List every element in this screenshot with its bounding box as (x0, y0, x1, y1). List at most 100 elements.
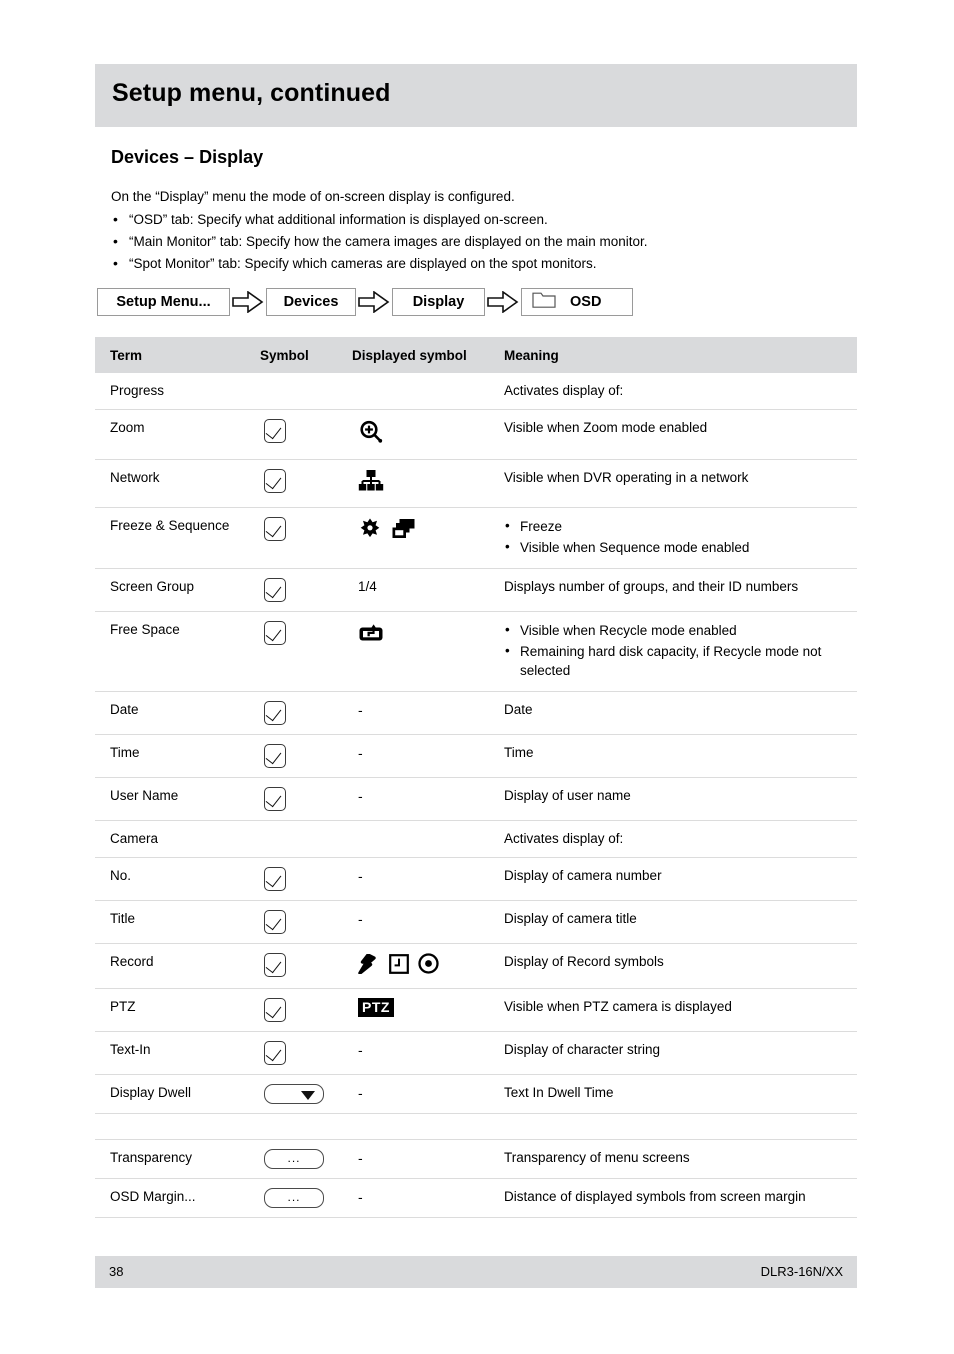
intro-bullet-item: “Main Monitor” tab: Specify how the came… (111, 232, 851, 251)
cell-meaning: Activates display of: (504, 373, 857, 410)
ptz-badge-icon: PTZ (358, 998, 394, 1017)
cell-meaning: Displays number of groups, and their ID … (504, 568, 857, 612)
checkbox-icon[interactable] (264, 787, 286, 811)
folder-tab-icon (532, 291, 556, 313)
breadcrumb-item-display[interactable]: Display (392, 288, 485, 316)
cell-term: Time (95, 734, 260, 778)
column-header-term: Term (95, 337, 260, 373)
cell-displayed-symbol: 1/4 (352, 568, 504, 612)
cell-term: Camera (95, 820, 260, 858)
cell-displayed-symbol (352, 943, 504, 989)
cell-meaning: Activates display of: (504, 820, 857, 858)
checkbox-icon[interactable] (264, 744, 286, 768)
event-record-icon (358, 952, 380, 979)
cell-displayed-symbol (352, 507, 504, 569)
breadcrumb-item-devices[interactable]: Devices (266, 288, 356, 316)
cell-symbol (260, 900, 352, 944)
freeze-sequence-icon-group (358, 517, 504, 546)
cell-term: Display Dwell (95, 1074, 260, 1114)
table-row: Record Display of Record symbols (95, 943, 857, 989)
cell-term: Screen Group (95, 568, 260, 612)
table-row: No. - Display of camera number (95, 857, 857, 901)
cell-symbol: ... (260, 1139, 352, 1179)
right-arrow-icon (485, 291, 521, 313)
table-row: PTZ PTZ Visible when PTZ camera is displ… (95, 988, 857, 1032)
meaning-bullet-item: Visible when Recycle mode enabled (504, 620, 847, 640)
checkbox-icon[interactable] (264, 701, 286, 725)
cell-symbol (260, 777, 352, 821)
cell-symbol (260, 691, 352, 735)
cell-symbol (260, 1031, 352, 1075)
intro-bullet-item: “OSD” tab: Specify what additional infor… (111, 210, 851, 229)
intro-bullet-item: “Spot Monitor” tab: Specify which camera… (111, 254, 851, 273)
ellipsis-button[interactable]: ... (264, 1188, 324, 1208)
cell-term: Progress (95, 373, 260, 410)
page-title: Setup menu, continued (112, 79, 391, 107)
checkbox-icon[interactable] (264, 910, 286, 934)
cell-displayed-symbol: - (352, 1178, 504, 1218)
cell-term: Network (95, 459, 260, 508)
meaning-bullet-list: Visible when Recycle mode enabled Remain… (504, 620, 847, 680)
cell-term: Title (95, 900, 260, 944)
dropdown-select[interactable] (264, 1084, 324, 1104)
cell-meaning: Visible when PTZ camera is displayed (504, 988, 857, 1032)
cell-term: No. (95, 857, 260, 901)
checkbox-icon[interactable] (264, 1041, 286, 1065)
checkbox-icon[interactable] (264, 419, 286, 443)
checkbox-icon[interactable] (264, 517, 286, 541)
breadcrumb-item-osd[interactable]: OSD (521, 288, 633, 316)
table-row: Free Space Visible when Recy (95, 611, 857, 692)
breadcrumb: Setup Menu... Devices Display OSD (97, 288, 633, 316)
checkbox-icon[interactable] (264, 578, 286, 602)
cell-symbol: ... (260, 1178, 352, 1218)
footer-document-code: DLR3-16N/XX (760, 1264, 843, 1279)
table-row: Transparency ... - Transparency of menu … (95, 1139, 857, 1179)
cell-symbol (260, 943, 352, 989)
breadcrumb-label: Display (412, 294, 465, 310)
cell-displayed-symbol (352, 373, 504, 410)
table-row: Zoom Visible when Zoom mode enabled (95, 409, 857, 460)
cell-displayed-symbol: - (352, 734, 504, 778)
column-header-displayed-symbol: Displayed symbol (352, 337, 504, 373)
checkbox-icon[interactable] (264, 998, 286, 1022)
table-row: Display Dwell - Text In Dwell Time (95, 1074, 857, 1114)
breadcrumb-label: Devices (283, 294, 339, 310)
checkbox-icon[interactable] (264, 469, 286, 493)
freeze-icon (358, 517, 382, 546)
cell-symbol (260, 611, 352, 692)
checkbox-icon[interactable] (264, 867, 286, 891)
ellipsis-button[interactable]: ... (264, 1149, 324, 1169)
record-icon-group (358, 952, 504, 979)
osd-settings-table: Term Symbol Displayed symbol Meaning Pro… (95, 337, 857, 1218)
checkbox-icon[interactable] (264, 953, 286, 977)
cell-symbol (260, 568, 352, 612)
cell-symbol (260, 1074, 352, 1114)
breadcrumb-item-setup-menu[interactable]: Setup Menu... (97, 288, 230, 316)
cell-displayed-symbol: - (352, 1139, 504, 1179)
table-row: Title - Display of camera title (95, 900, 857, 944)
table-body: Progress Activates display of: Zoom Visi… (95, 373, 857, 1218)
cell-term: OSD Margin... (95, 1178, 260, 1218)
cell-meaning: Transparency of menu screens (504, 1139, 857, 1179)
cell-symbol (260, 734, 352, 778)
cell-displayed-symbol: - (352, 1074, 504, 1114)
cell-term: Free Space (95, 611, 260, 692)
cell-symbol (260, 459, 352, 508)
cell-meaning: Display of user name (504, 777, 857, 821)
table-header-row: Term Symbol Displayed symbol Meaning (95, 337, 857, 373)
cell-symbol (260, 507, 352, 569)
column-header-symbol: Symbol (260, 337, 352, 373)
cell-displayed-symbol: - (352, 1031, 504, 1075)
table-row: Camera Activates display of: (95, 820, 857, 858)
cell-term: Date (95, 691, 260, 735)
cell-term (95, 1113, 260, 1140)
right-arrow-icon (230, 291, 266, 313)
checkbox-icon[interactable] (264, 621, 286, 645)
manual-record-icon (418, 953, 439, 979)
page-header-band: Setup menu, continued (95, 64, 857, 127)
cell-displayed-symbol: PTZ (352, 988, 504, 1032)
cell-displayed-symbol: - (352, 857, 504, 901)
cell-term: Text-In (95, 1031, 260, 1075)
zoom-magnifier-icon (358, 420, 384, 448)
cell-meaning: Display of camera number (504, 857, 857, 901)
